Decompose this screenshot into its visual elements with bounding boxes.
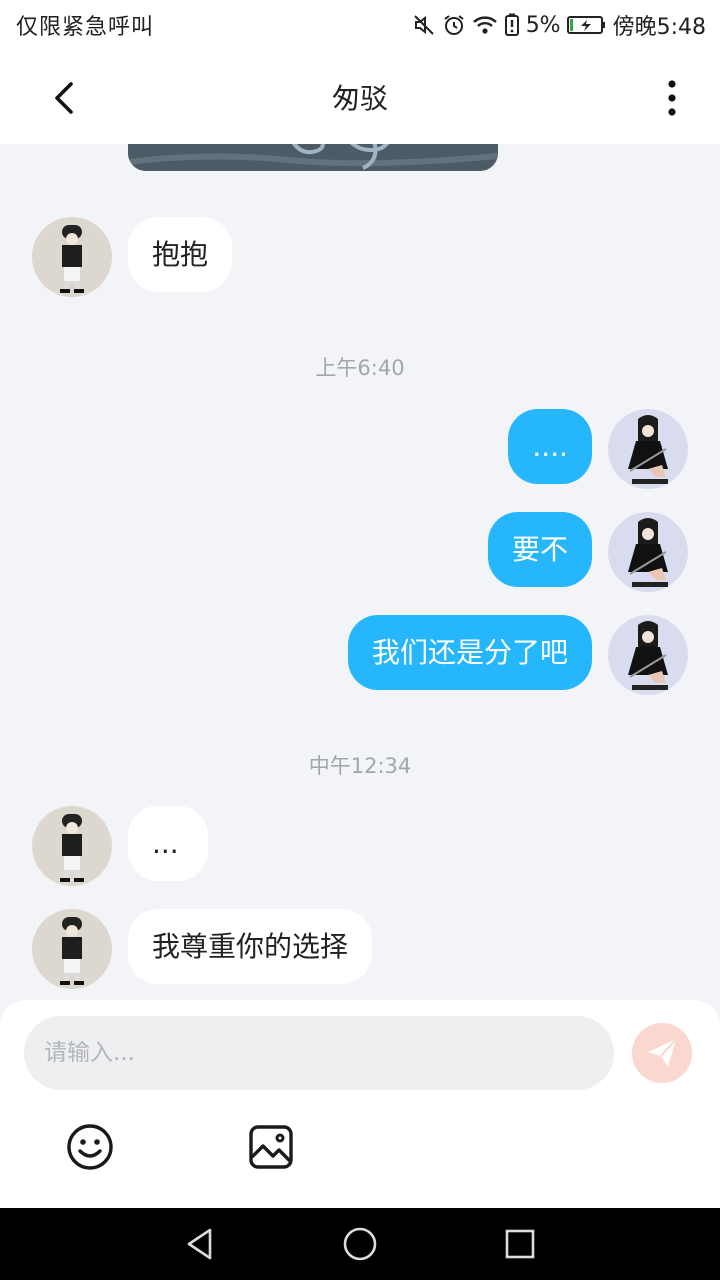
message-timestamp: 中午12:34 bbox=[308, 754, 412, 778]
my-avatar[interactable] bbox=[608, 409, 688, 489]
mute-icon bbox=[412, 13, 436, 37]
message-timestamp: 上午6:40 bbox=[315, 356, 405, 380]
battery-charging-icon bbox=[566, 14, 607, 36]
send-button[interactable] bbox=[632, 1023, 692, 1083]
battery-percent: 5% bbox=[525, 12, 561, 38]
square-recents-icon bbox=[505, 1229, 535, 1259]
outgoing-message-bubble[interactable]: 要不 bbox=[487, 512, 592, 587]
smiley-icon bbox=[67, 1124, 113, 1170]
contact-name: 匆驳 bbox=[331, 82, 388, 115]
chevron-left-icon bbox=[55, 82, 73, 114]
battery-alert-icon bbox=[504, 13, 520, 37]
back-button[interactable] bbox=[40, 74, 88, 122]
system-navigation-bar bbox=[0, 1208, 720, 1280]
message-input[interactable] bbox=[24, 1016, 614, 1090]
status-icons: 5% 傍晚5:48 bbox=[412, 9, 706, 41]
wifi-icon bbox=[472, 14, 498, 36]
more-vertical-icon bbox=[668, 80, 676, 116]
chat-screen: 仅限紧急呼叫 5% 傍晚5:48 匆驳 抱抱 上午6:40 .... 要不 我们… bbox=[0, 0, 720, 1280]
outgoing-message-bubble[interactable]: 我们还是分了吧 bbox=[347, 615, 592, 690]
nav-back-button[interactable] bbox=[180, 1224, 220, 1264]
status-bar: 仅限紧急呼叫 5% 傍晚5:48 bbox=[0, 0, 720, 50]
more-options-button[interactable] bbox=[652, 74, 692, 122]
image-picker-button[interactable] bbox=[245, 1121, 297, 1173]
image-icon bbox=[249, 1125, 293, 1169]
emoji-button[interactable] bbox=[64, 1121, 116, 1173]
circle-home-icon bbox=[343, 1227, 377, 1261]
nav-recents-button[interactable] bbox=[500, 1224, 540, 1264]
partner-avatar[interactable] bbox=[32, 217, 112, 297]
partner-avatar[interactable] bbox=[32, 909, 112, 989]
alarm-icon bbox=[442, 13, 466, 37]
incoming-message-bubble[interactable]: 我尊重你的选择 bbox=[128, 909, 373, 984]
incoming-message-bubble[interactable]: 抱抱 bbox=[128, 217, 233, 292]
image-message-partial[interactable] bbox=[128, 144, 498, 171]
clock: 傍晚5:48 bbox=[612, 15, 706, 40]
triangle-back-icon bbox=[187, 1228, 212, 1260]
paper-plane-icon bbox=[648, 1038, 677, 1067]
my-avatar[interactable] bbox=[608, 512, 688, 592]
nav-home-button[interactable] bbox=[340, 1224, 380, 1264]
incoming-message-bubble[interactable]: ... bbox=[128, 806, 208, 881]
chat-header: 匆驳 bbox=[0, 50, 720, 144]
emergency-calls-only-text: 仅限紧急呼叫 bbox=[16, 15, 155, 40]
message-list[interactable]: 抱抱 上午6:40 .... 要不 我们还是分了吧 中午12:34 ... 我尊… bbox=[0, 144, 720, 1000]
partner-avatar[interactable] bbox=[32, 806, 112, 886]
outgoing-message-bubble[interactable]: .... bbox=[508, 409, 592, 484]
composer-panel bbox=[0, 1000, 720, 1208]
my-avatar[interactable] bbox=[608, 615, 688, 695]
